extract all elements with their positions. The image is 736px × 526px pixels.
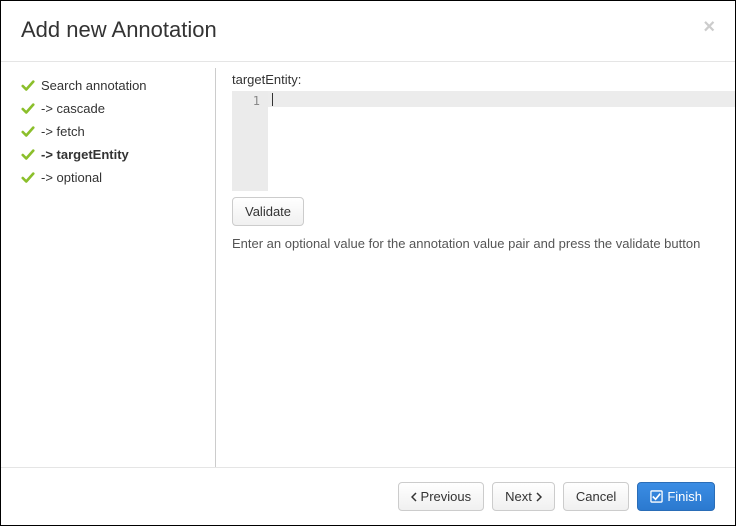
wizard-step-label: -> cascade xyxy=(41,101,105,116)
editor-gutter: 1 xyxy=(232,91,268,191)
validate-button[interactable]: Validate xyxy=(232,197,304,226)
code-editor[interactable]: 1 xyxy=(232,91,735,191)
modal-body: Search annotation -> cascade -> fetch ->… xyxy=(1,62,735,467)
wizard-step-targetentity[interactable]: -> targetEntity xyxy=(21,143,205,166)
wizard-step-search[interactable]: Search annotation xyxy=(21,74,205,97)
wizard-step-fetch[interactable]: -> fetch xyxy=(21,120,205,143)
check-icon xyxy=(21,125,35,139)
wizard-step-cascade[interactable]: -> cascade xyxy=(21,97,205,120)
wizard-step-optional[interactable]: -> optional xyxy=(21,166,205,189)
next-label: Next xyxy=(505,489,532,504)
modal-footer: Previous Next Cancel Finish xyxy=(1,467,735,525)
chevron-left-icon xyxy=(411,492,417,502)
validate-row: Validate xyxy=(232,197,735,226)
wizard-sidebar: Search annotation -> cascade -> fetch ->… xyxy=(21,68,216,467)
modal-dialog: Add new Annotation × Search annotation -… xyxy=(0,0,736,526)
checkbox-checked-icon xyxy=(650,490,663,503)
finish-button[interactable]: Finish xyxy=(637,482,715,511)
editor-content[interactable] xyxy=(268,91,735,191)
check-icon xyxy=(21,79,35,93)
previous-label: Previous xyxy=(421,489,472,504)
cancel-button[interactable]: Cancel xyxy=(563,482,629,511)
line-number: 1 xyxy=(232,93,260,109)
wizard-step-label: -> fetch xyxy=(41,124,85,139)
wizard-step-label: -> targetEntity xyxy=(41,147,129,162)
wizard-step-label: -> optional xyxy=(41,170,102,185)
check-icon xyxy=(21,148,35,162)
next-button[interactable]: Next xyxy=(492,482,555,511)
finish-label: Finish xyxy=(667,489,702,504)
editor-line[interactable] xyxy=(268,91,735,107)
previous-button[interactable]: Previous xyxy=(398,482,485,511)
check-icon xyxy=(21,171,35,185)
close-icon[interactable]: × xyxy=(703,17,715,37)
modal-title: Add new Annotation xyxy=(21,17,217,43)
help-text: Enter an optional value for the annotati… xyxy=(232,236,735,251)
field-label: targetEntity: xyxy=(232,72,735,87)
wizard-step-label: Search annotation xyxy=(41,78,147,93)
modal-header: Add new Annotation × xyxy=(1,1,735,62)
check-icon xyxy=(21,102,35,116)
wizard-main: targetEntity: 1 Validate Enter an option… xyxy=(216,68,735,467)
chevron-right-icon xyxy=(536,492,542,502)
cursor-icon xyxy=(272,93,273,106)
